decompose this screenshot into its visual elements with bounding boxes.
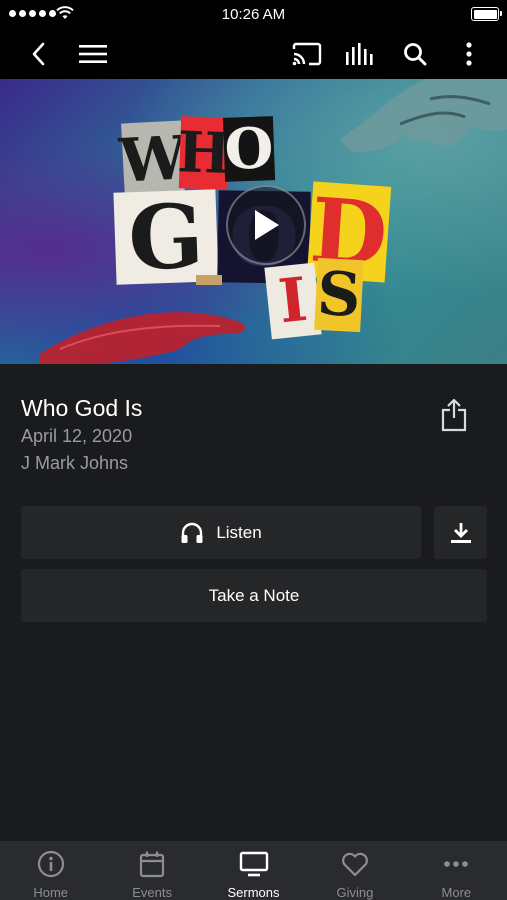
sermon-date: April 12, 2020 [21, 426, 133, 446]
back-button[interactable] [18, 28, 58, 79]
tab-home-label: Home [33, 885, 69, 900]
vertical-ellipsis-icon [466, 41, 472, 66]
info-circle-icon [37, 850, 64, 878]
sermon-artwork[interactable]: W H O G O D I S [0, 79, 507, 364]
tab-giving-label: Giving [336, 885, 374, 900]
audio-bars-icon [346, 42, 373, 65]
menu-button[interactable] [73, 28, 113, 79]
hand-illustration [340, 79, 507, 152]
play-button[interactable] [226, 185, 306, 265]
hamburger-menu-icon [79, 44, 107, 63]
sermon-speaker: J Mark Johns [21, 453, 129, 473]
tab-home[interactable]: Home [0, 841, 101, 900]
play-icon [255, 210, 279, 240]
audio-button[interactable] [340, 28, 380, 79]
artwork-letter: O [222, 115, 276, 183]
status-time: 10:26 AM [221, 6, 286, 23]
cast-button[interactable] [287, 28, 327, 79]
listen-button[interactable]: Listen [21, 506, 421, 559]
artwork-letter: G [113, 184, 219, 290]
more-options-button[interactable] [449, 28, 489, 79]
take-a-note-button[interactable]: Take a Note [21, 569, 487, 622]
tab-sermons-label: Sermons [227, 885, 280, 900]
red-hand-illustration [40, 312, 246, 364]
battery-icon [471, 7, 502, 21]
sermon-title: Who God Is [21, 395, 143, 421]
tab-giving[interactable]: Giving [304, 841, 405, 900]
paper-scrap [196, 275, 222, 285]
download-button[interactable] [434, 506, 487, 559]
top-nav-bar [0, 28, 507, 79]
chevron-left-icon [32, 42, 45, 65]
more-dots-icon [444, 861, 469, 867]
tab-events[interactable]: Events [101, 841, 202, 900]
download-icon [450, 522, 471, 543]
calendar-icon [140, 851, 165, 878]
cast-icon [292, 42, 322, 65]
share-button[interactable] [441, 398, 471, 432]
status-bar: 10:26 AM [0, 0, 507, 28]
tab-more-label: More [441, 885, 472, 900]
listen-label: Listen [216, 522, 262, 542]
tv-icon [239, 851, 268, 877]
bottom-tab-bar: Home Events Sermons Giving More [0, 840, 507, 900]
share-icon [441, 398, 467, 432]
tab-more[interactable]: More [406, 841, 507, 900]
artwork-letter: H [176, 116, 232, 190]
take-a-note-label: Take a Note [208, 585, 300, 605]
headphones-icon [181, 522, 203, 543]
artwork-letter: I [264, 262, 322, 340]
search-icon [404, 42, 427, 65]
tab-events-label: Events [132, 885, 172, 900]
heart-icon [341, 852, 368, 877]
artwork-letter: S [314, 257, 364, 333]
tab-sermons[interactable]: Sermons [203, 841, 304, 900]
search-button[interactable] [395, 28, 435, 79]
